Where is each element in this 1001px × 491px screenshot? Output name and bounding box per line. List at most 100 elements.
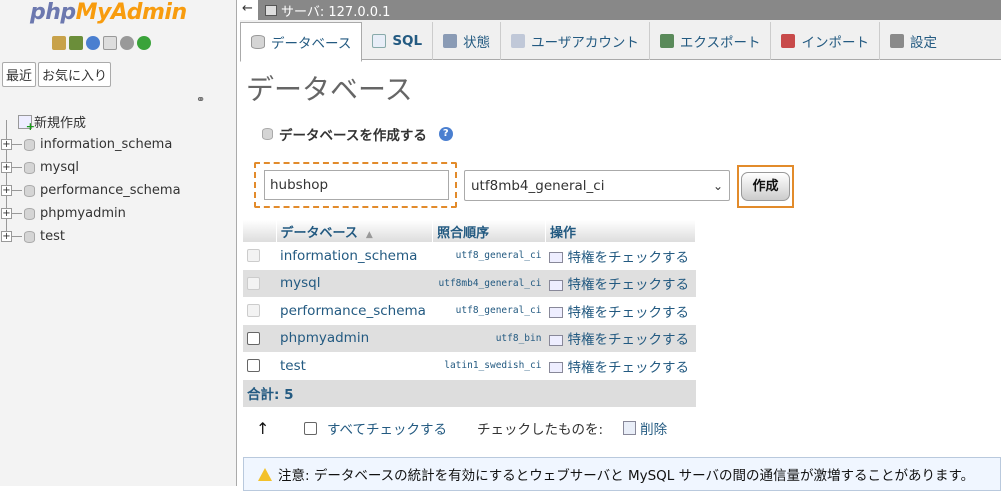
column-header-collation[interactable]: 照合順序 [432, 220, 546, 242]
table-total-row: 合計: 5 [243, 379, 696, 407]
tab-export[interactable]: エクスポート [650, 22, 772, 60]
database-name-link[interactable]: mysql [276, 269, 433, 297]
row-select-cell [243, 269, 276, 297]
tab-label: ユーザアカウント [531, 35, 639, 51]
check-all-label[interactable]: すべてチェックする [327, 418, 447, 438]
favorites-button[interactable]: お気に入り [38, 62, 112, 87]
expand-icon[interactable]: + [1, 231, 12, 242]
link-with-main-icon[interactable]: ⚭ [196, 93, 205, 106]
help-icon[interactable]: ? [438, 127, 453, 141]
row-checkbox[interactable] [247, 331, 260, 345]
database-name-link[interactable]: test [276, 352, 433, 380]
collation-cell: utf8_general_ci [432, 297, 546, 325]
arrow-up-icon: ↑ [256, 418, 270, 438]
server-breadcrumb[interactable]: サーバ: 127.0.0.1 [281, 1, 390, 20]
main-tabs: データベース SQL 状態 ユーザアカウント エクスポート インポート 設定 [240, 20, 1001, 62]
tab-settings[interactable]: 設定 [880, 22, 947, 60]
table-row: information_schema utf8_general_ci 特権をチェ… [243, 242, 696, 270]
database-icon [251, 35, 265, 49]
row-checkbox[interactable] [247, 359, 260, 373]
check-privileges-link[interactable]: 特権をチェックする [545, 297, 696, 325]
page-title: データベース [246, 73, 413, 106]
database-tree: 新規作成 + information_schema + mysql + perf… [0, 110, 181, 248]
collation-select[interactable]: utf8mb4_general_ci ⌄ [464, 170, 730, 201]
logout-icon[interactable] [69, 36, 83, 50]
column-header-action: 操作 [545, 220, 697, 242]
check-privileges-link[interactable]: 特権をチェックする [545, 269, 696, 297]
users-icon [511, 34, 526, 48]
check-privileges-label: 特権をチェックする [567, 332, 689, 349]
column-header-database[interactable]: データベース ▲ [276, 220, 434, 242]
table-header-row: データベース ▲ 照合順序 操作 [243, 220, 697, 242]
table-row: phpmyadmin utf8_bin 特権をチェックする [243, 324, 696, 352]
tree-item-label[interactable]: mysql [40, 160, 79, 175]
tab-label: データベース [271, 36, 352, 52]
create-button[interactable]: 作成 [741, 172, 790, 201]
tree-item-db[interactable]: + test [0, 225, 181, 248]
database-name-link[interactable]: information_schema [276, 242, 433, 270]
check-all-checkbox[interactable] [304, 421, 317, 435]
delete-button[interactable]: 削除 [640, 418, 667, 438]
check-privileges-link[interactable]: 特権をチェックする [545, 352, 696, 380]
row-select-cell [243, 352, 276, 380]
import-icon [781, 34, 796, 48]
row-select-cell [243, 242, 276, 270]
logo-php-text: php [30, 0, 76, 25]
check-privileges-link[interactable]: 特権をチェックする [545, 324, 696, 352]
collation-cell: utf8_general_ci [432, 242, 546, 270]
tree-item-db[interactable]: + mysql [0, 156, 181, 179]
database-name-link[interactable]: performance_schema [276, 297, 433, 325]
expand-icon[interactable]: + [1, 185, 12, 196]
home-icon[interactable] [52, 36, 66, 50]
tree-item-label[interactable]: phpmyadmin [40, 206, 126, 221]
column-header-label: 照合順序 [437, 225, 490, 241]
delete-icon [623, 421, 637, 435]
gear-icon[interactable] [120, 36, 134, 50]
help-icon[interactable] [86, 36, 100, 50]
table-row: performance_schema utf8_general_ci 特権をチェ… [243, 297, 696, 325]
tree-line [12, 236, 22, 237]
wrench-icon [889, 34, 904, 48]
navigation-panel: phpMyAdmin 最近 お気に入り ⚭ 新規作成 + information… [0, 0, 237, 486]
privileges-icon [549, 252, 564, 264]
tree-item-db[interactable]: + information_schema [0, 133, 181, 156]
tab-import[interactable]: インポート [771, 22, 880, 60]
tree-item-label[interactable]: performance_schema [40, 183, 181, 198]
collapse-nav-button[interactable]: ← [237, 0, 259, 20]
check-privileges-label: 特権をチェックする [567, 304, 689, 321]
row-checkbox [247, 249, 260, 263]
tab-label: 状態 [463, 35, 491, 51]
expand-icon[interactable]: + [1, 208, 12, 219]
docs-icon[interactable] [103, 36, 117, 50]
tree-line [12, 213, 22, 214]
recent-button[interactable]: 最近 [2, 62, 37, 87]
select-column-header [243, 220, 277, 242]
tree-item-label[interactable]: information_schema [40, 137, 172, 152]
tree-item-db[interactable]: + phpmyadmin [0, 202, 181, 225]
database-name-link[interactable]: phpmyadmin [276, 324, 433, 352]
expand-icon[interactable]: + [1, 139, 12, 150]
tab-sql[interactable]: SQL [362, 22, 434, 60]
tab-status[interactable]: 状態 [433, 22, 502, 60]
privileges-icon [549, 307, 564, 319]
tree-item-label: 新規作成 [34, 116, 87, 131]
tree-item-label[interactable]: test [40, 229, 65, 244]
privileges-icon [549, 279, 564, 291]
column-header-label: 操作 [549, 225, 576, 241]
databases-table: データベース ▲ 照合順序 操作 information_schema utf8_… [243, 220, 697, 407]
database-name-input[interactable] [264, 170, 449, 200]
phpmyadmin-logo[interactable]: phpMyAdmin [30, 0, 187, 25]
check-privileges-link[interactable]: 特権をチェックする [545, 242, 696, 270]
tree-item-new[interactable]: 新規作成 [0, 110, 181, 133]
warning-icon [258, 467, 272, 481]
tab-databases[interactable]: データベース [240, 22, 363, 62]
tree-item-db[interactable]: + performance_schema [0, 179, 181, 202]
tree-line [12, 190, 22, 191]
total-count: 合計: 5 [243, 379, 696, 407]
tab-user-accounts[interactable]: ユーザアカウント [501, 22, 650, 60]
chevron-down-icon: ⌄ [712, 178, 723, 193]
create-database-header: データベースを作成する ? [262, 124, 453, 144]
expand-icon[interactable]: + [1, 162, 12, 173]
collation-select-value: utf8mb4_general_ci [471, 177, 605, 194]
reload-icon[interactable] [137, 36, 151, 50]
